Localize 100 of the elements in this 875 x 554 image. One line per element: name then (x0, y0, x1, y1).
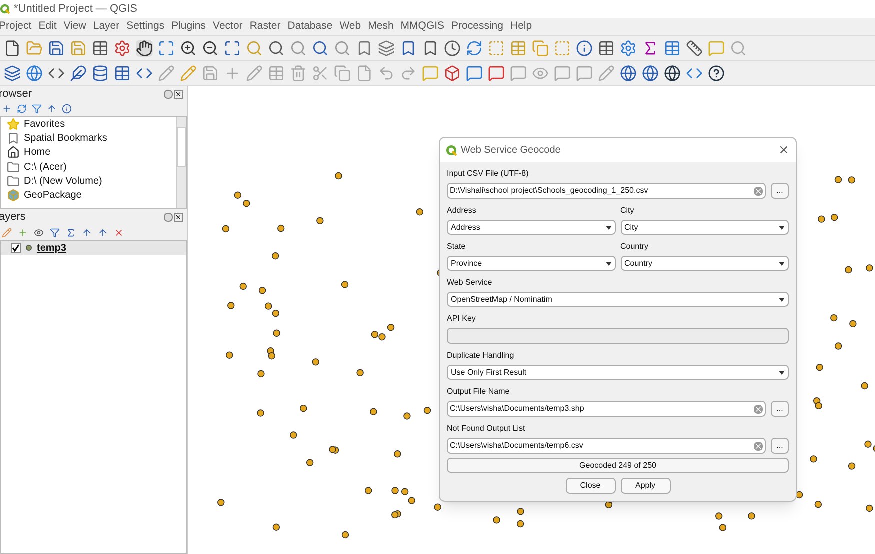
menu-item[interactable]: Web (340, 18, 362, 34)
table-icon[interactable] (664, 40, 681, 56)
browser-item[interactable]: Home (24, 145, 51, 160)
save-icon[interactable] (48, 40, 65, 56)
file-path-field[interactable]: D:\Vishali\school project\Schools_geocoding_1_250.csv (447, 183, 766, 199)
layer-row[interactable]: temp3 (1, 241, 186, 255)
database-icon[interactable] (92, 64, 109, 82)
clock-icon[interactable] (444, 40, 461, 56)
browse-button[interactable]: ... (771, 401, 789, 417)
field-label: Duplicate Handling (447, 351, 516, 361)
menu-item[interactable]: Project (0, 18, 32, 34)
feather-icon[interactable] (70, 64, 87, 82)
zoom-out-icon[interactable] (202, 40, 219, 56)
star-icon (7, 118, 20, 131)
cube-icon (7, 189, 20, 202)
globe-icon[interactable] (664, 64, 681, 82)
close-icon[interactable] (778, 144, 790, 156)
clear-icon[interactable] (754, 186, 763, 196)
clear-icon[interactable] (754, 404, 763, 414)
add-icon[interactable] (2, 104, 12, 114)
gear-icon[interactable] (620, 40, 637, 56)
filter-icon[interactable] (50, 228, 60, 238)
dropdown[interactable]: OpenStreetMap / Nominatim (447, 292, 789, 307)
field-label: Web Service (447, 278, 494, 288)
browser-item[interactable]: GeoPackage (24, 188, 82, 204)
browser-item[interactable]: Favorites (24, 117, 66, 132)
info-icon[interactable] (62, 104, 72, 114)
field-label: Input CSV File (UTF-8) (447, 169, 530, 179)
dropdown[interactable]: Address (447, 220, 616, 235)
close-icon[interactable] (174, 90, 183, 98)
api-key-field[interactable] (447, 328, 789, 344)
browser-item[interactable]: C:\ (Acer) (24, 160, 67, 175)
scissors-icon[interactable] (312, 64, 329, 82)
zoom-in-icon[interactable] (180, 40, 197, 56)
layer-checkbox[interactable] (11, 243, 21, 253)
table-icon[interactable] (510, 40, 527, 56)
clear-icon[interactable] (754, 442, 763, 450)
browse-button[interactable]: ... (771, 438, 789, 454)
pencil-icon[interactable] (158, 64, 175, 82)
field-label: Not Found Output List (447, 424, 526, 434)
pan-hand-icon[interactable] (136, 40, 153, 56)
eye-icon[interactable] (34, 228, 44, 238)
dialog-title: Web Service Geocode (461, 144, 561, 158)
new-file-icon[interactable] (4, 40, 21, 56)
menu-item[interactable]: MMQGIS (400, 18, 445, 34)
app-logo-icon (446, 144, 457, 156)
menu-item[interactable]: Settings (126, 18, 165, 34)
dialog-button[interactable]: Close (566, 478, 616, 494)
layers-icon[interactable] (378, 40, 395, 56)
globe-icon[interactable] (642, 64, 659, 82)
browser-item[interactable]: Spatial Bookmarks (24, 130, 108, 146)
dropdown[interactable]: Use Only First Result (447, 365, 789, 380)
panel-title: rowser (0, 86, 32, 102)
file-path-field[interactable]: C:\Users\visha\Documents/temp6.csv (447, 438, 766, 454)
menu-item[interactable]: Raster (250, 18, 281, 34)
menu-item[interactable]: Edit (38, 18, 57, 34)
browser-item[interactable]: D:\ (New Volume) (24, 174, 102, 189)
menu-item[interactable]: Vector (213, 18, 243, 34)
folder-icon (7, 174, 20, 188)
dropdown[interactable]: Province (447, 256, 616, 271)
file-path-field[interactable]: C:\Users\visha\Documents/temp3.shp (447, 401, 766, 417)
undo-icon[interactable] (378, 64, 395, 82)
pencil-icon[interactable] (180, 64, 197, 82)
folder-icon (7, 160, 20, 174)
dropdown[interactable]: City (620, 220, 789, 235)
browse-button[interactable]: ... (771, 183, 789, 199)
add-layer-icon[interactable] (4, 64, 21, 82)
select-icon[interactable] (488, 40, 505, 56)
redo-icon[interactable] (400, 64, 417, 82)
menu-item[interactable]: Plugins (172, 18, 206, 34)
open-folder-icon[interactable] (26, 40, 43, 56)
refresh-icon[interactable] (17, 104, 27, 114)
table-icon[interactable] (268, 64, 285, 82)
menu-item[interactable]: Layer (93, 18, 120, 34)
search-icon[interactable] (730, 40, 747, 56)
menu-item[interactable]: Processing (452, 18, 504, 34)
bookmark-icon[interactable] (422, 40, 439, 56)
layer-name[interactable]: temp3 (37, 240, 66, 256)
bookmark-icon[interactable] (400, 40, 417, 56)
menu-item[interactable]: Help (510, 18, 532, 34)
app-logo-icon (0, 4, 10, 14)
dropdown[interactable]: Country (620, 256, 789, 271)
filter-icon[interactable] (32, 104, 42, 114)
menu-item[interactable]: Mesh (368, 18, 394, 34)
trash-icon[interactable] (290, 64, 307, 82)
save-as-icon[interactable] (70, 40, 87, 56)
copy-icon[interactable] (334, 64, 351, 82)
refresh-icon[interactable] (466, 40, 483, 56)
globe-icon[interactable] (620, 64, 637, 82)
dialog-button[interactable]: Apply (620, 478, 670, 494)
caret-icon (779, 298, 785, 302)
grid-icon[interactable] (114, 64, 131, 82)
ruler-icon[interactable] (686, 40, 703, 56)
scrollbar[interactable] (176, 117, 186, 208)
field-label: State (447, 242, 467, 252)
file-path: C:\Users\visha\Documents/temp6.csv (450, 440, 584, 452)
menu-item[interactable]: Database (288, 18, 333, 34)
menu-item[interactable]: View (64, 18, 86, 34)
close-icon[interactable] (174, 212, 183, 222)
bookmark-icon[interactable] (356, 40, 373, 56)
